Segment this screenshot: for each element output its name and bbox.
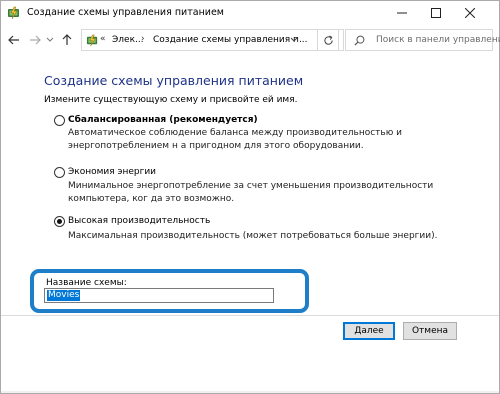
search-input[interactable]: Поиск в панели управления	[345, 29, 500, 51]
radio-balanced[interactable]	[54, 115, 65, 126]
refresh-button[interactable]	[317, 29, 339, 51]
breadcrumb-item[interactable]: Элек...	[112, 35, 144, 45]
chevron-down-icon	[290, 37, 298, 42]
up-button[interactable]	[59, 32, 75, 48]
arrow-up-icon	[62, 34, 72, 45]
cancel-button[interactable]: Отмена	[403, 322, 457, 340]
maximize-button[interactable]	[419, 1, 453, 25]
option-label-high-performance[interactable]: Высокая производительность	[68, 216, 210, 226]
footer-divider	[1, 315, 499, 316]
window: Создание схемы управления питанием « Эле…	[0, 0, 500, 394]
breadcrumb-separator[interactable]: ›	[141, 34, 145, 44]
page-subtitle: Измените существующую схему и присвойте …	[44, 95, 298, 105]
address-bar[interactable]: « Элек... › Создание схемы управления п.…	[81, 29, 344, 51]
close-button[interactable]	[453, 1, 487, 25]
window-title: Создание схемы управления питанием	[27, 7, 224, 18]
option-description-power-saver: Минимальное энергопотребление за счет ум…	[68, 181, 434, 204]
radio-high-performance[interactable]	[54, 216, 65, 227]
navigation-bar: « Элек... › Создание схемы управления п.…	[1, 26, 500, 56]
page-title: Создание схемы управления питанием	[44, 73, 304, 88]
option-description-balanced: Автоматическое соблюдение баланса между …	[68, 128, 402, 151]
next-button[interactable]: Далее	[343, 322, 395, 340]
minimize-icon	[397, 12, 407, 14]
power-options-icon	[86, 34, 99, 47]
plan-name-input[interactable]: Movies	[44, 288, 274, 303]
option-label-balanced[interactable]: Сбалансированная (рекомендуется)	[68, 115, 258, 125]
option-description-high-performance: Максимальная производительность (может п…	[68, 231, 438, 241]
breadcrumb-item[interactable]: Создание схемы управления п...	[153, 35, 308, 45]
search-placeholder: Поиск в панели управления	[376, 35, 500, 45]
radio-power-saver[interactable]	[54, 167, 65, 178]
arrow-left-icon	[8, 35, 19, 45]
back-button[interactable]	[6, 32, 22, 48]
arrow-right-icon	[30, 35, 41, 45]
maximize-icon	[431, 8, 441, 18]
forward-button[interactable]	[27, 32, 43, 48]
plan-name-label: Название схемы:	[46, 278, 127, 288]
search-icon	[354, 35, 365, 49]
title-bar: Создание схемы управления питанием	[1, 1, 499, 25]
refresh-icon	[323, 34, 333, 45]
close-icon	[465, 8, 475, 18]
power-options-icon	[7, 6, 21, 20]
chevron-down-icon	[46, 37, 54, 42]
recent-locations-button[interactable]	[45, 32, 55, 48]
address-dropdown-button[interactable]	[287, 32, 301, 48]
breadcrumb-overflow[interactable]: «	[100, 34, 106, 44]
bottom-edge	[1, 391, 499, 393]
plan-name-value: Movies	[47, 290, 81, 301]
option-label-power-saver[interactable]: Экономия энергии	[68, 167, 156, 177]
minimize-button[interactable]	[385, 1, 419, 25]
